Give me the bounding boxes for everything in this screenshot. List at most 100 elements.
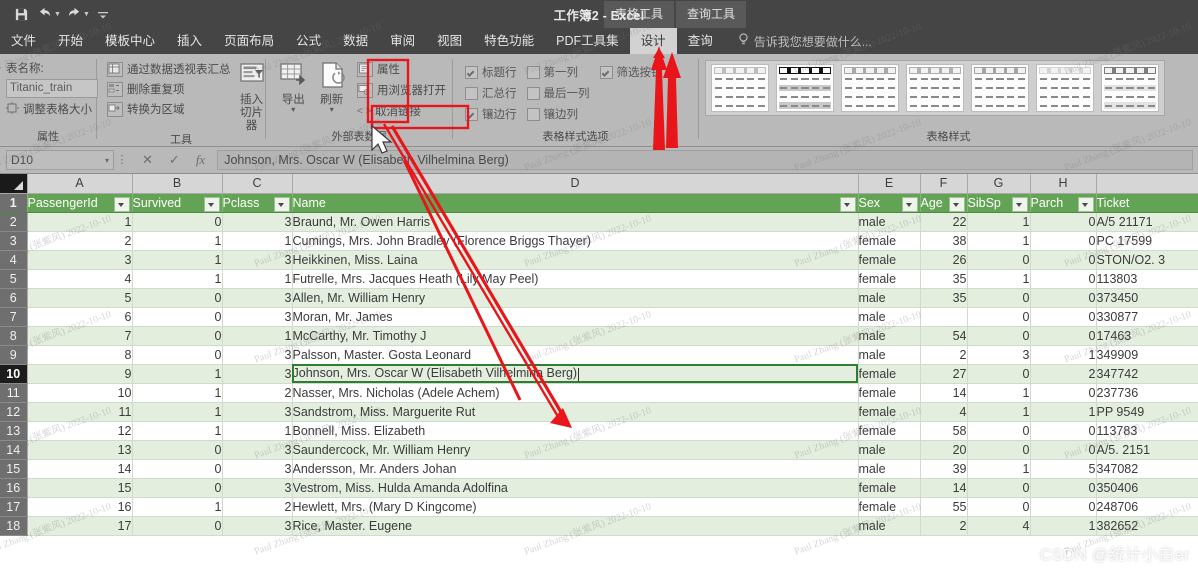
- row-header[interactable]: 17: [0, 497, 28, 517]
- table-cell[interactable]: 113803: [1096, 269, 1198, 289]
- ctx-tab-table-tools[interactable]: 表格工具: [604, 1, 675, 28]
- table-cell[interactable]: 0: [967, 440, 1031, 460]
- table-cell[interactable]: 1: [1030, 516, 1097, 536]
- table-cell[interactable]: male: [858, 440, 921, 460]
- checkbox-box[interactable]: [526, 86, 540, 100]
- table-cell[interactable]: 9: [27, 364, 133, 384]
- table-header-cell[interactable]: Name: [292, 193, 859, 213]
- refresh-dropdown-icon[interactable]: ▾: [330, 106, 334, 114]
- table-style-swatch[interactable]: [841, 64, 899, 112]
- quick-access-toolbar[interactable]: ▼ ▼: [0, 4, 114, 24]
- contextual-tool-tabs[interactable]: 表格工具 查询工具: [604, 0, 748, 28]
- table-cell[interactable]: 1: [132, 231, 223, 251]
- table-row[interactable]: 6 5 0 3 Allen, Mr. William Henry male 35 0 0 3734…: [0, 288, 1198, 308]
- filter-dropdown-icon[interactable]: [948, 196, 965, 211]
- table-cell[interactable]: 113783: [1096, 421, 1198, 441]
- table-cell[interactable]: female: [858, 364, 921, 384]
- table-row[interactable]: 16 15 0 3 Vestrom, Miss. Hulda Amanda Adolfi…: [0, 478, 1198, 498]
- table-cell[interactable]: 0: [1030, 326, 1097, 346]
- column-header-d[interactable]: D: [292, 174, 859, 194]
- table-row[interactable]: 3 2 1 1 Cumings, Mrs. John Bradley (Florence…: [0, 231, 1198, 251]
- table-cell[interactable]: McCarthy, Mr. Timothy J: [292, 326, 859, 346]
- refresh-button[interactable]: 刷新 ▾: [313, 59, 352, 114]
- table-cell[interactable]: 3: [27, 250, 133, 270]
- table-cell[interactable]: female: [858, 478, 921, 498]
- row-header[interactable]: 1: [0, 193, 28, 213]
- column-header-b[interactable]: B: [132, 174, 223, 194]
- checkbox-last-column[interactable]: 最后一列: [526, 85, 590, 101]
- filter-dropdown-icon[interactable]: [203, 196, 220, 211]
- table-cell[interactable]: 1: [132, 364, 223, 384]
- tab-pdf-tools[interactable]: PDF工具集: [545, 28, 630, 54]
- table-cell[interactable]: 4: [27, 269, 133, 289]
- table-cell[interactable]: 14: [920, 383, 968, 403]
- open-in-browser-button[interactable]: 用浏览器打开: [357, 82, 446, 98]
- table-cell[interactable]: Saundercock, Mr. William Henry: [292, 440, 859, 460]
- table-cell[interactable]: 349909: [1096, 345, 1198, 365]
- table-cell[interactable]: Bonnell, Miss. Elizabeth: [292, 421, 859, 441]
- table-cell[interactable]: 330877: [1096, 307, 1198, 327]
- tab-query[interactable]: 查询: [677, 28, 724, 54]
- table-row[interactable]: 2 1 0 3 Braund, Mr. Owen Harris male 22 1 0 A/5 2…: [0, 212, 1198, 232]
- table-cell[interactable]: Nasser, Mrs. Nicholas (Adele Achem): [292, 383, 859, 403]
- table-cell[interactable]: 1: [222, 326, 293, 346]
- table-name-input[interactable]: Titanic_train: [6, 79, 98, 98]
- table-cell[interactable]: 26: [920, 250, 968, 270]
- table-cell[interactable]: 3: [222, 478, 293, 498]
- table-cell[interactable]: 0: [1030, 288, 1097, 308]
- table-cell[interactable]: 27: [920, 364, 968, 384]
- table-cell[interactable]: 0: [967, 307, 1031, 327]
- table-cell[interactable]: 0: [1030, 478, 1097, 498]
- row-header[interactable]: 11: [0, 383, 28, 403]
- row-header[interactable]: 12: [0, 402, 28, 422]
- table-style-swatch[interactable]: [776, 64, 834, 112]
- table-cell[interactable]: 58: [920, 421, 968, 441]
- table-cell[interactable]: 0: [132, 345, 223, 365]
- table-cell[interactable]: Rice, Master. Eugene: [292, 516, 859, 536]
- column-header-a[interactable]: A: [27, 174, 133, 194]
- table-cell[interactable]: 2: [27, 231, 133, 251]
- row-header[interactable]: 16: [0, 478, 28, 498]
- table-cell[interactable]: 1: [1030, 402, 1097, 422]
- table-cell[interactable]: 3: [222, 459, 293, 479]
- table-header-cell[interactable]: PassengerId: [27, 193, 133, 213]
- table-cell[interactable]: 382652: [1096, 516, 1198, 536]
- table-cell[interactable]: 3: [222, 212, 293, 232]
- tab-home[interactable]: 开始: [47, 28, 94, 54]
- tab-design[interactable]: 设计: [629, 28, 677, 54]
- table-cell[interactable]: 0: [132, 516, 223, 536]
- checkbox-header-row[interactable]: 标题行: [465, 64, 517, 80]
- table-cell[interactable]: 1: [132, 383, 223, 403]
- column-header-h[interactable]: H: [1030, 174, 1097, 194]
- table-cell[interactable]: 0: [1030, 440, 1097, 460]
- table-row[interactable]: 12 11 1 3 Sandstrom, Miss. Marguerite Rut fem…: [0, 402, 1198, 422]
- table-row[interactable]: 11 10 1 2 Nasser, Mrs. Nicholas (Adele Achem…: [0, 383, 1198, 403]
- table-cell[interactable]: 0: [967, 326, 1031, 346]
- worksheet-grid[interactable]: A B C D E F G H 1 PassengerId Survived Pclass Name Se…: [0, 174, 1198, 571]
- table-row[interactable]: 15 14 0 3 Andersson, Mr. Anders Johan male 39 1…: [0, 459, 1198, 479]
- table-style-swatch[interactable]: [971, 64, 1029, 112]
- enter-icon[interactable]: ✓: [169, 152, 180, 168]
- column-header-f[interactable]: F: [920, 174, 968, 194]
- table-cell[interactable]: 0: [967, 497, 1031, 517]
- table-header-cell[interactable]: Sex: [858, 193, 921, 213]
- table-cell[interactable]: 39: [920, 459, 968, 479]
- table-cell[interactable]: 248706: [1096, 497, 1198, 517]
- table-cell[interactable]: 54: [920, 326, 968, 346]
- table-cell[interactable]: male: [858, 326, 921, 346]
- table-cell[interactable]: 347082: [1096, 459, 1198, 479]
- row-header[interactable]: 6: [0, 288, 28, 308]
- table-cell[interactable]: 0: [132, 478, 223, 498]
- table-cell[interactable]: 38: [920, 231, 968, 251]
- resize-table-button[interactable]: 调整表格大小: [6, 101, 92, 117]
- table-cell[interactable]: 11: [27, 402, 133, 422]
- table-cell[interactable]: 14: [27, 459, 133, 479]
- checkbox-box[interactable]: [465, 107, 478, 121]
- filter-dropdown-icon[interactable]: [901, 196, 918, 211]
- table-row[interactable]: 4 3 1 3 Heikkinen, Miss. Laina female 26 0 0 STON…: [0, 250, 1198, 270]
- table-cell[interactable]: 0: [132, 212, 223, 232]
- tab-insert[interactable]: 插入: [166, 28, 213, 54]
- table-row[interactable]: 14 13 0 3 Saundercock, Mr. William Henry male…: [0, 440, 1198, 460]
- table-cell[interactable]: 0: [967, 421, 1031, 441]
- table-cell[interactable]: Allen, Mr. William Henry: [292, 288, 859, 308]
